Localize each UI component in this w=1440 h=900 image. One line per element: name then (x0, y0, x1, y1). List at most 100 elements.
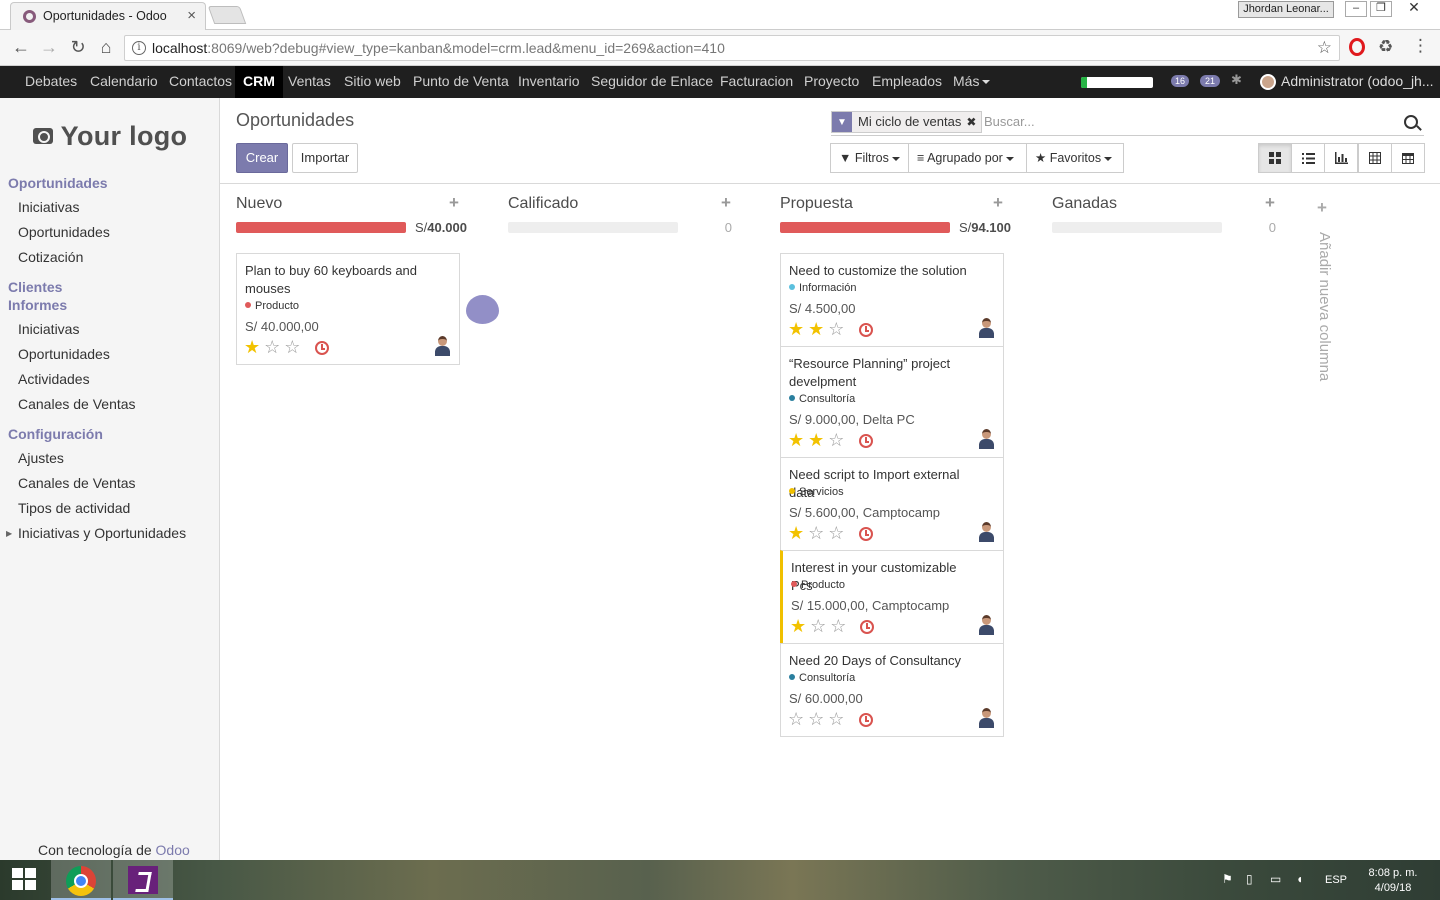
browser-profile-badge[interactable]: Jhordan Leonar... (1238, 1, 1334, 18)
activity-clock-icon[interactable] (859, 434, 873, 448)
menu-crm[interactable]: CRM (235, 66, 283, 98)
company-logo[interactable]: Your logo (20, 110, 200, 162)
menu-seguidor-de-enlace[interactable]: Seguidor de Enlace (583, 66, 721, 98)
sidebar-item-cotizacion[interactable]: Cotización (18, 249, 83, 265)
sidebar-item-iniciativas[interactable]: Iniciativas (18, 199, 79, 215)
activity-count-badge[interactable]: 16 (1171, 75, 1189, 87)
search-icon[interactable] (1404, 115, 1418, 129)
column-title[interactable]: Nuevo (236, 195, 282, 213)
sidebar-section-clientes[interactable]: Clientes (8, 279, 62, 295)
sidebar-item-config-canales-de-ventas[interactable]: Canales de Ventas (18, 475, 136, 491)
sidebar-item-iniciativas-y-oportunidades[interactable]: Iniciativas y Oportunidades (18, 525, 186, 541)
menu-calendario[interactable]: Calendario (82, 66, 166, 98)
salesperson-avatar[interactable] (977, 615, 995, 635)
priority-star-icon[interactable]: ☆ (264, 337, 284, 357)
new-tab-button[interactable] (207, 6, 247, 24)
url-bar[interactable]: i localhost:8069/web?debug#view_type=kan… (124, 35, 1340, 61)
column-title[interactable]: Ganadas (1052, 195, 1117, 213)
column-progress-bar[interactable] (236, 222, 406, 233)
menu-punto-de-venta[interactable]: Punto de Venta (405, 66, 517, 98)
menu-inventario[interactable]: Inventario (510, 66, 587, 98)
salesperson-avatar[interactable] (977, 429, 995, 449)
search-input[interactable]: Buscar... (984, 114, 1035, 129)
menu-facturacion[interactable]: Facturacion (712, 66, 801, 98)
filters-dropdown[interactable]: ▼ Filtros (830, 143, 909, 173)
taskbar-clock[interactable]: 8:08 p. m. 4/09/18 (1360, 866, 1426, 896)
volume-tray-icon[interactable]: ◖ (1296, 872, 1303, 886)
column-progress-bar[interactable] (508, 222, 678, 233)
priority-star-icon[interactable]: ☆ (810, 616, 830, 636)
kanban-card[interactable]: Plan to buy 60 keyboards and mouses Produ… (236, 253, 460, 365)
priority-star-icon[interactable]: ★ (808, 430, 828, 450)
priority-star-icon[interactable]: ☆ (828, 709, 848, 729)
sidebar-item-ajustes[interactable]: Ajustes (18, 450, 64, 466)
priority-star-icon[interactable]: ☆ (828, 523, 848, 543)
network-tray-icon[interactable]: ▭ (1270, 872, 1281, 886)
language-indicator[interactable]: ESP (1325, 874, 1347, 886)
quick-create-plus-icon[interactable]: + (993, 193, 1003, 213)
sidebar-item-informes-oportunidades[interactable]: Oportunidades (18, 346, 110, 362)
card-priority[interactable]: ★★☆ (788, 320, 848, 338)
odoo-link[interactable]: Odoo (156, 842, 190, 858)
close-tab-icon[interactable]: × (187, 7, 196, 24)
pivot-view-button[interactable] (1358, 143, 1392, 173)
reload-icon[interactable]: ↻ (67, 37, 89, 57)
add-column-label[interactable]: Añadir nueva columna (1316, 232, 1333, 381)
recycle-extension-icon[interactable]: ♻ (1378, 37, 1393, 57)
browser-menu-icon[interactable]: ⋮ (1412, 36, 1429, 56)
bookmark-star-icon[interactable]: ☆ (1317, 38, 1332, 58)
back-icon[interactable]: ← (10, 37, 32, 57)
sidebar-item-informes-iniciativas[interactable]: Iniciativas (18, 321, 79, 337)
search-facet[interactable]: ▼ Mi ciclo de ventas ✖ (831, 111, 983, 133)
favorites-dropdown[interactable]: ★ Favoritos (1026, 143, 1124, 173)
priority-star-icon[interactable]: ☆ (808, 523, 828, 543)
forward-icon[interactable]: → (38, 37, 60, 57)
expand-triangle-icon[interactable]: ▶ (6, 529, 12, 538)
remove-facet-icon[interactable]: ✖ (966, 112, 981, 132)
activity-clock-icon[interactable] (859, 323, 873, 337)
menu-contactos[interactable]: Contactos (161, 66, 240, 98)
kanban-card[interactable]: Need script to Import external data Servi… (780, 457, 1004, 551)
browser-tab[interactable]: Oportunidades - Odoo × (10, 2, 206, 30)
close-window-icon[interactable]: ✕ (1397, 0, 1431, 17)
sidebar-item-canales-de-ventas[interactable]: Canales de Ventas (18, 396, 136, 412)
quick-create-plus-icon[interactable]: + (721, 193, 731, 213)
flag-tray-icon[interactable]: ⚑ (1222, 872, 1233, 886)
priority-star-icon[interactable]: ☆ (808, 709, 828, 729)
create-button[interactable]: Crear (236, 143, 288, 173)
priority-star-icon[interactable]: ★ (244, 337, 264, 357)
import-button[interactable]: Importar (292, 143, 358, 173)
activity-clock-icon[interactable] (859, 527, 873, 541)
menu-debates[interactable]: Debates (17, 66, 85, 98)
messages-count-badge[interactable]: 21 (1200, 75, 1220, 87)
menu-proyecto[interactable]: Proyecto (796, 66, 867, 98)
calendar-view-button[interactable] (1391, 143, 1425, 173)
card-priority[interactable]: ★☆☆ (788, 524, 848, 542)
graph-view-button[interactable] (1324, 143, 1358, 173)
priority-star-icon[interactable]: ☆ (830, 616, 850, 636)
home-icon[interactable]: ⌂ (95, 37, 117, 57)
menu-mas[interactable]: Más (945, 66, 998, 98)
kanban-card[interactable]: Need to customize the solution Informació… (780, 253, 1004, 347)
card-priority[interactable]: ☆☆☆ (788, 710, 848, 728)
groupby-dropdown[interactable]: ≡ Agrupado por (908, 143, 1027, 173)
priority-star-icon[interactable]: ☆ (788, 709, 808, 729)
activity-clock-icon[interactable] (859, 713, 873, 727)
column-title[interactable]: Propuesta (780, 195, 853, 213)
kanban-card[interactable]: “Resource Planning” project develpment Co… (780, 346, 1004, 458)
salesperson-avatar[interactable] (977, 522, 995, 542)
kanban-view-button[interactable] (1258, 143, 1292, 173)
salesperson-avatar[interactable] (977, 708, 995, 728)
onboarding-progress-bar[interactable] (1081, 77, 1153, 88)
add-column-plus-icon[interactable]: + (1317, 198, 1327, 218)
menu-empleados[interactable]: Empleados (864, 66, 950, 98)
priority-star-icon[interactable]: ★ (808, 319, 828, 339)
priority-star-icon[interactable]: ★ (788, 523, 808, 543)
priority-star-icon[interactable]: ★ (790, 616, 810, 636)
minimize-icon[interactable]: ‒ (1345, 1, 1367, 17)
sidebar-section-informes[interactable]: Informes (8, 297, 67, 313)
card-priority[interactable]: ★★☆ (788, 431, 848, 449)
priority-star-icon[interactable]: ☆ (284, 337, 304, 357)
card-priority[interactable]: ★☆☆ (244, 338, 304, 356)
card-priority[interactable]: ★☆☆ (790, 617, 850, 635)
